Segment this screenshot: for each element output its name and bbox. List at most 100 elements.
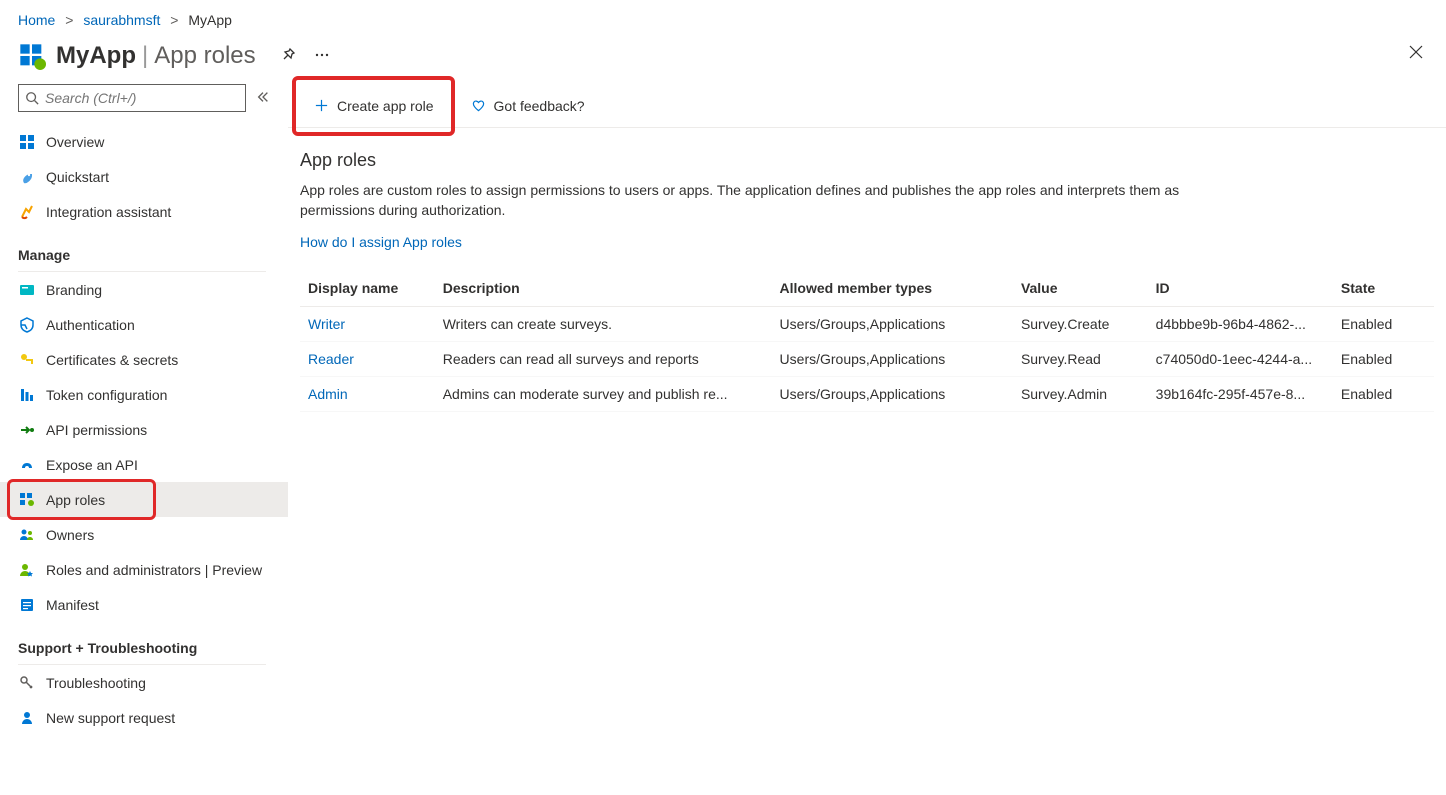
sidebar-item-label: Quickstart: [46, 169, 109, 185]
main-content: Create app role Got feedback? App roles …: [288, 84, 1446, 735]
token-icon: [18, 386, 36, 404]
heart-icon: [471, 98, 486, 113]
column-display-name[interactable]: Display name: [300, 270, 435, 307]
role-value: Survey.Read: [1013, 342, 1148, 377]
table-row[interactable]: Reader Readers can read all surveys and …: [300, 342, 1434, 377]
manifest-icon: [18, 596, 36, 614]
pin-icon[interactable]: [280, 47, 296, 66]
app-roles-icon: [18, 491, 36, 509]
troubleshooting-icon: [18, 674, 36, 692]
sidebar-item-label: Certificates & secrets: [46, 352, 178, 368]
collapse-sidebar-icon[interactable]: [256, 90, 270, 107]
key-icon: [18, 351, 36, 369]
sidebar-item-quickstart[interactable]: Quickstart: [0, 159, 288, 194]
sidebar-item-label: Manifest: [46, 597, 99, 613]
column-value[interactable]: Value: [1013, 270, 1148, 307]
owners-icon: [18, 526, 36, 544]
authentication-icon: [18, 316, 36, 334]
got-feedback-label: Got feedback?: [494, 98, 585, 114]
role-member-types: Users/Groups,Applications: [772, 342, 1013, 377]
role-description: Readers can read all surveys and reports: [435, 342, 772, 377]
column-member-types[interactable]: Allowed member types: [772, 270, 1013, 307]
column-id[interactable]: ID: [1148, 270, 1333, 307]
sidebar-item-integration-assistant[interactable]: Integration assistant: [0, 194, 288, 229]
content-heading: App roles: [300, 150, 1434, 171]
sidebar-item-label: New support request: [46, 710, 175, 726]
role-member-types: Users/Groups,Applications: [772, 307, 1013, 342]
sidebar-item-roles-administrators[interactable]: Roles and administrators | Preview: [0, 552, 288, 587]
api-permissions-icon: [18, 421, 36, 439]
sidebar-item-overview[interactable]: Overview: [0, 124, 288, 159]
branding-icon: [18, 281, 36, 299]
sidebar-item-api-permissions[interactable]: API permissions: [0, 412, 288, 447]
title-bar: MyApp | App roles: [0, 40, 1446, 84]
integration-icon: [18, 203, 36, 221]
sidebar-item-label: Owners: [46, 527, 94, 543]
toolbar: Create app role Got feedback?: [288, 84, 1446, 128]
quickstart-icon: [18, 168, 36, 186]
role-id: d4bbbe9b-96b4-4862-...: [1148, 307, 1333, 342]
sidebar-item-label: Roles and administrators | Preview: [46, 562, 262, 578]
breadcrumb-app: MyApp: [188, 12, 232, 28]
role-name-link[interactable]: Reader: [308, 351, 354, 367]
page-title: MyApp: [56, 42, 136, 70]
sidebar-item-label: App roles: [46, 492, 105, 508]
expose-api-icon: [18, 456, 36, 474]
role-state: Enabled: [1333, 342, 1434, 377]
sidebar-item-label: API permissions: [46, 422, 147, 438]
sidebar-item-branding[interactable]: Branding: [0, 272, 288, 307]
sidebar-item-label: Token configuration: [46, 387, 167, 403]
role-value: Survey.Admin: [1013, 377, 1148, 412]
close-icon[interactable]: [1408, 44, 1424, 63]
breadcrumb: Home > saurabhmsft > MyApp: [0, 0, 1446, 40]
create-app-role-label: Create app role: [337, 98, 434, 114]
table-row[interactable]: Admin Admins can moderate survey and pub…: [300, 377, 1434, 412]
role-state: Enabled: [1333, 307, 1434, 342]
sidebar-item-certificates-secrets[interactable]: Certificates & secrets: [0, 342, 288, 377]
role-id: 39b164fc-295f-457e-8...: [1148, 377, 1333, 412]
sidebar-item-label: Overview: [46, 134, 104, 150]
content-description: App roles are custom roles to assign per…: [300, 181, 1180, 220]
sidebar-item-authentication[interactable]: Authentication: [0, 307, 288, 342]
role-state: Enabled: [1333, 377, 1434, 412]
role-id: c74050d0-1eec-4244-a...: [1148, 342, 1333, 377]
sidebar-item-troubleshooting[interactable]: Troubleshooting: [0, 665, 288, 700]
sidebar-item-label: Expose an API: [46, 457, 138, 473]
role-name-link[interactable]: Admin: [308, 386, 348, 402]
app-roles-table: Display name Description Allowed member …: [300, 270, 1434, 412]
table-row[interactable]: Writer Writers can create surveys. Users…: [300, 307, 1434, 342]
app-icon: [18, 42, 46, 70]
create-app-role-button[interactable]: Create app role: [304, 91, 444, 121]
sidebar-section-manage: Manage: [18, 247, 266, 272]
page-subtitle: App roles: [154, 42, 255, 70]
sidebar-item-label: Authentication: [46, 317, 135, 333]
breadcrumb-home[interactable]: Home: [18, 12, 55, 28]
column-state[interactable]: State: [1333, 270, 1434, 307]
overview-icon: [18, 133, 36, 151]
sidebar-search[interactable]: [18, 84, 246, 112]
search-input[interactable]: [45, 90, 239, 106]
sidebar-item-expose-api[interactable]: Expose an API: [0, 447, 288, 482]
sidebar-item-label: Branding: [46, 282, 102, 298]
roles-admin-icon: [18, 561, 36, 579]
breadcrumb-user[interactable]: saurabhmsft: [83, 12, 160, 28]
sidebar: Overview Quickstart Integration assistan…: [0, 84, 288, 735]
role-description: Admins can moderate survey and publish r…: [435, 377, 772, 412]
role-member-types: Users/Groups,Applications: [772, 377, 1013, 412]
role-name-link[interactable]: Writer: [308, 316, 345, 332]
sidebar-section-support: Support + Troubleshooting: [18, 640, 266, 665]
sidebar-item-token-configuration[interactable]: Token configuration: [0, 377, 288, 412]
sidebar-item-new-support-request[interactable]: New support request: [0, 700, 288, 735]
sidebar-item-manifest[interactable]: Manifest: [0, 587, 288, 622]
sidebar-item-label: Integration assistant: [46, 204, 171, 220]
got-feedback-button[interactable]: Got feedback?: [461, 91, 595, 121]
search-icon: [25, 91, 39, 105]
how-do-i-assign-link[interactable]: How do I assign App roles: [300, 234, 462, 250]
sidebar-item-owners[interactable]: Owners: [0, 517, 288, 552]
plus-icon: [314, 98, 329, 113]
sidebar-item-app-roles[interactable]: App roles: [0, 482, 288, 517]
more-icon[interactable]: [314, 47, 330, 66]
role-description: Writers can create surveys.: [435, 307, 772, 342]
column-description[interactable]: Description: [435, 270, 772, 307]
support-request-icon: [18, 709, 36, 727]
